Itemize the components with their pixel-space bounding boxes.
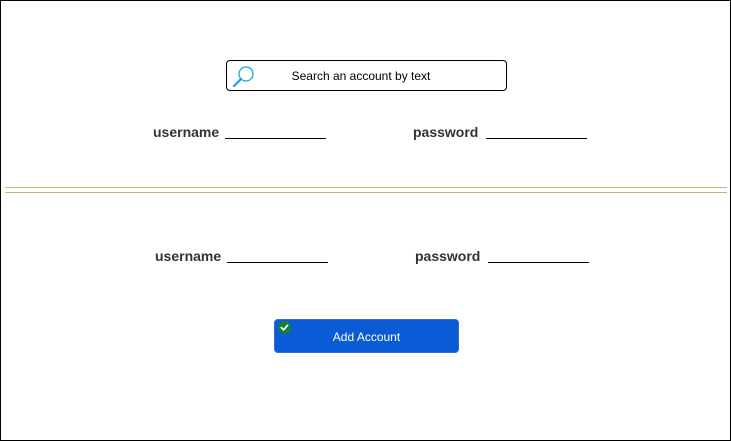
username-label-bottom: username bbox=[155, 248, 222, 264]
app-canvas: username password username password Add … bbox=[0, 0, 731, 441]
search-icon[interactable] bbox=[232, 65, 256, 88]
add-account-button[interactable]: Add Account bbox=[274, 319, 459, 353]
search-bar[interactable] bbox=[226, 60, 507, 91]
username-field-top[interactable] bbox=[225, 123, 326, 139]
password-field-bottom[interactable] bbox=[488, 247, 589, 263]
password-label-top: password bbox=[413, 124, 479, 140]
username-field-bottom[interactable] bbox=[227, 247, 328, 263]
add-account-button-label: Add Account bbox=[332, 330, 401, 344]
password-field-top[interactable] bbox=[486, 123, 587, 139]
username-label-top: username bbox=[153, 124, 220, 140]
search-input[interactable] bbox=[261, 61, 461, 90]
section-divider bbox=[5, 187, 727, 193]
password-label-bottom: password bbox=[415, 248, 481, 264]
